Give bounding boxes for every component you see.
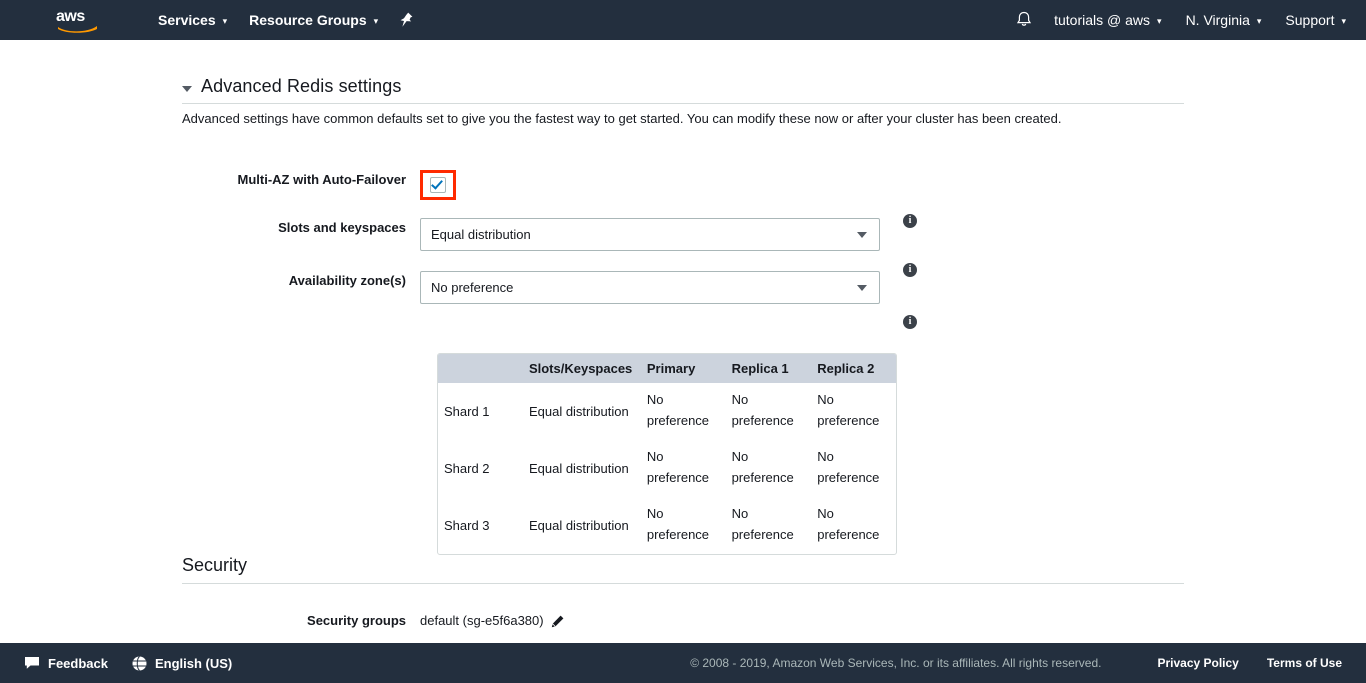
- language-label: English (US): [155, 656, 232, 671]
- multi-az-label: Multi-AZ with Auto-Failover: [0, 170, 420, 190]
- security-groups-field: default (sg-e5f6a380): [420, 611, 564, 631]
- intro-text: Advanced settings have common defaults s…: [182, 110, 1192, 128]
- form-row-multi-az: Multi-AZ with Auto-Failover: [0, 170, 1366, 200]
- cell-slots: Equal distribution: [523, 383, 641, 440]
- section-divider-top: [182, 103, 1184, 104]
- security-groups-label: Security groups: [0, 611, 420, 631]
- cell-slots: Equal distribution: [523, 440, 641, 497]
- availability-zones-label: Availability zone(s): [0, 271, 420, 291]
- nav-support-menu[interactable]: Support ▾: [1273, 0, 1358, 40]
- form-row-availability-zones: Availability zone(s) No preference: [0, 271, 1366, 304]
- nav-resource-groups-menu[interactable]: Resource Groups ▾: [238, 0, 389, 40]
- slots-keyspaces-field: Equal distribution: [420, 218, 880, 251]
- availability-zones-select[interactable]: No preference: [420, 271, 880, 304]
- nav-region-label: N. Virginia: [1186, 12, 1250, 28]
- feedback-button[interactable]: Feedback: [24, 656, 108, 671]
- nav-left-group: aws Services ▾ Resource Groups ▾: [0, 0, 423, 40]
- cell-replica2: No preference: [811, 497, 896, 554]
- table-header-row: Slots/Keyspaces Primary Replica 1 Replic…: [438, 354, 896, 383]
- chevron-down-icon: [857, 285, 867, 291]
- nav-services-menu[interactable]: Services ▾: [147, 0, 238, 40]
- form-row-security-groups: Security groups default (sg-e5f6a380): [0, 611, 1366, 631]
- security-groups-value: default (sg-e5f6a380): [420, 611, 544, 631]
- nav-services-label: Services: [158, 12, 216, 28]
- cell-replica2: No preference: [811, 383, 896, 440]
- cell-shard: Shard 3: [438, 497, 523, 554]
- table-body: Shard 1 Equal distribution No preference…: [438, 383, 896, 554]
- footer-bar: Feedback English (US) © 2008 - 2019, Ama…: [0, 643, 1366, 683]
- slots-keyspaces-label: Slots and keyspaces: [0, 218, 420, 238]
- form-row-slots-keyspaces: Slots and keyspaces Equal distribution: [0, 218, 1366, 251]
- chevron-down-icon: ▾: [1257, 17, 1262, 26]
- page-title: Advanced Redis settings: [201, 76, 401, 97]
- terms-of-use-link[interactable]: Terms of Use: [1267, 656, 1342, 670]
- pencil-icon[interactable]: [551, 615, 564, 628]
- advanced-redis-settings-header[interactable]: Advanced Redis settings: [182, 76, 401, 97]
- svg-text:aws: aws: [56, 8, 85, 25]
- table-row: Shard 2 Equal distribution No preference…: [438, 440, 896, 497]
- multi-az-checkbox-wrapper: [420, 170, 456, 200]
- cell-replica1: No preference: [726, 440, 812, 497]
- table-header-cell-shard: [438, 354, 523, 383]
- table-header-cell-slots: Slots/Keyspaces: [523, 354, 641, 383]
- feedback-label: Feedback: [48, 656, 108, 671]
- nav-account-label: tutorials @ aws: [1054, 12, 1150, 28]
- cell-replica2: No preference: [811, 440, 896, 497]
- privacy-policy-link[interactable]: Privacy Policy: [1157, 656, 1238, 670]
- chevron-down-icon: ▾: [223, 17, 228, 26]
- chevron-down-icon: ▾: [1341, 17, 1346, 26]
- cell-primary: No preference: [641, 440, 726, 497]
- cell-slots: Equal distribution: [523, 497, 641, 554]
- bell-icon[interactable]: [1006, 0, 1042, 40]
- cell-replica1: No preference: [726, 497, 812, 554]
- cell-shard: Shard 1: [438, 383, 523, 440]
- security-section-title: Security: [182, 555, 247, 576]
- chevron-down-icon: [857, 232, 867, 238]
- table-row: Shard 1 Equal distribution No preference…: [438, 383, 896, 440]
- main-content: Advanced Redis settings Advanced setting…: [0, 40, 1366, 643]
- info-icon[interactable]: i: [903, 315, 917, 329]
- cell-primary: No preference: [641, 383, 726, 440]
- slots-keyspaces-value: Equal distribution: [431, 227, 531, 242]
- cell-shard: Shard 2: [438, 440, 523, 497]
- globe-icon: [132, 656, 147, 671]
- nav-account-menu[interactable]: tutorials @ aws ▾: [1042, 0, 1173, 40]
- aws-logo[interactable]: aws: [56, 7, 100, 34]
- caret-down-icon: [182, 86, 192, 92]
- multi-az-field: [420, 170, 456, 200]
- security-groups-value-wrapper: default (sg-e5f6a380): [420, 611, 564, 631]
- table-header-cell-primary: Primary: [641, 354, 726, 383]
- availability-zones-field: No preference: [420, 271, 880, 304]
- table-header: Slots/Keyspaces Primary Replica 1 Replic…: [438, 354, 896, 383]
- pushpin-icon[interactable]: [389, 0, 423, 40]
- language-selector[interactable]: English (US): [132, 656, 232, 671]
- footer-left-group: Feedback English (US): [24, 656, 256, 671]
- chevron-down-icon: ▾: [374, 17, 379, 26]
- nav-region-menu[interactable]: N. Virginia ▾: [1174, 0, 1274, 40]
- slots-keyspaces-select[interactable]: Equal distribution: [420, 218, 880, 251]
- info-icon[interactable]: i: [903, 263, 917, 277]
- chevron-down-icon: ▾: [1157, 17, 1162, 26]
- table-row: Shard 3 Equal distribution No preference…: [438, 497, 896, 554]
- nav-support-label: Support: [1285, 12, 1334, 28]
- top-navigation-bar: aws Services ▾ Resource Groups ▾ tutor: [0, 0, 1366, 40]
- availability-zones-value: No preference: [431, 280, 513, 295]
- cell-replica1: No preference: [726, 383, 812, 440]
- copyright-text: © 2008 - 2019, Amazon Web Services, Inc.…: [690, 656, 1101, 670]
- nav-resource-groups-label: Resource Groups: [249, 12, 366, 28]
- table-header-cell-replica1: Replica 1: [726, 354, 812, 383]
- speech-bubble-icon: [24, 656, 40, 670]
- nav-right-group: tutorials @ aws ▾ N. Virginia ▾ Support …: [1006, 0, 1358, 40]
- check-icon: [431, 177, 443, 189]
- info-icon[interactable]: i: [903, 214, 917, 228]
- shard-configuration-table: Slots/Keyspaces Primary Replica 1 Replic…: [437, 353, 897, 555]
- section-divider-security: [182, 583, 1184, 584]
- footer-right-group: © 2008 - 2019, Amazon Web Services, Inc.…: [690, 656, 1342, 670]
- multi-az-checkbox[interactable]: [430, 177, 446, 193]
- cell-primary: No preference: [641, 497, 726, 554]
- table-header-cell-replica2: Replica 2: [811, 354, 896, 383]
